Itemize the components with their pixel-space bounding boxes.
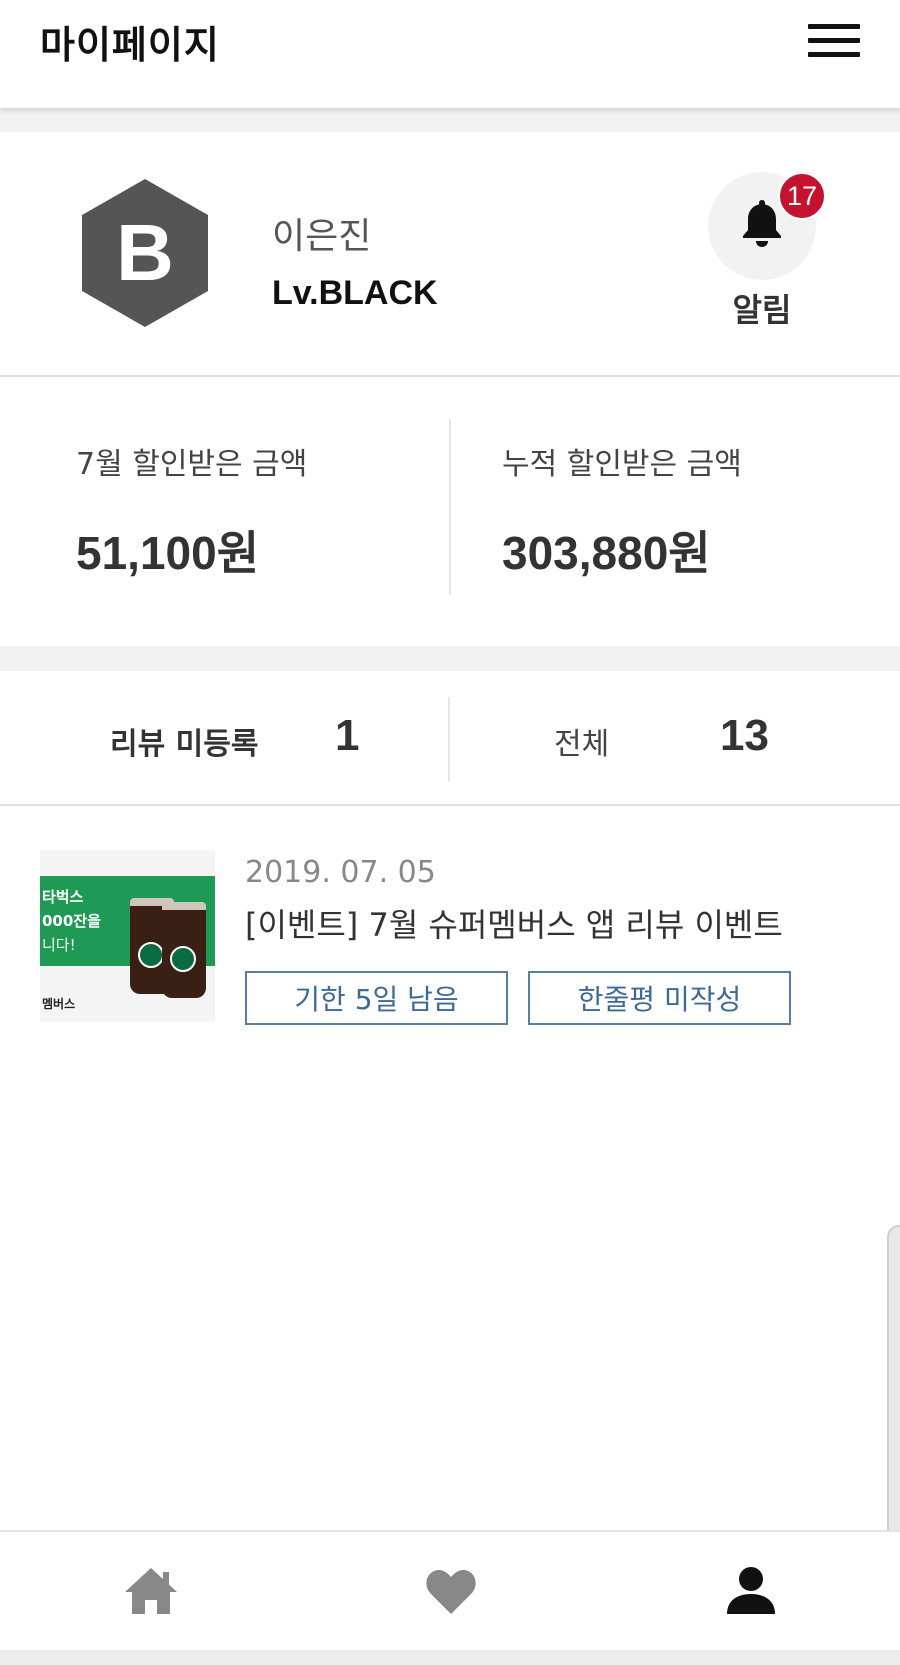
cumulative-discount-value: 303,880원 [502, 527, 711, 579]
monthly-discount: 7월 할인받은 금액 51,100원 [0, 379, 450, 646]
app-header: 마이페이지 [0, 0, 900, 108]
discount-summary: 7월 할인받은 금액 51,100원 누적 할인받은 금액 303,880원 [0, 379, 900, 646]
monthly-discount-label: 7월 할인받은 금액 [76, 447, 308, 482]
event-date: 2019. 07. 05 [245, 855, 436, 890]
grade-letter: B [116, 208, 174, 297]
section-gap [0, 646, 900, 671]
alarm-label: 알림 [732, 291, 792, 329]
cup-logo [138, 942, 164, 968]
review-stats: 리뷰 미등록 1 전체 13 [0, 671, 900, 806]
nav-wishlist[interactable] [300, 1532, 600, 1650]
coffee-cup-image [162, 902, 206, 998]
bottom-nav [0, 1530, 900, 1650]
review-total-label: 전체 [554, 727, 610, 762]
deadline-tag[interactable]: 기한 5일 남음 [245, 971, 508, 1025]
thumbnail-text: 000잔을 [42, 912, 101, 930]
cumulative-discount-label: 누적 할인받은 금액 [502, 447, 742, 482]
event-title: [이벤트] 7월 슈퍼멤버스 앱 리뷰 이벤트 [245, 906, 783, 944]
cumulative-discount: 누적 할인받은 금액 303,880원 [450, 379, 900, 646]
menu-bar [808, 38, 860, 43]
nav-home[interactable] [0, 1532, 300, 1650]
scroll-handle[interactable] [887, 1225, 900, 1570]
grade-badge: B [78, 177, 212, 329]
alarm-button[interactable]: 17 알림 [700, 172, 830, 332]
monthly-discount-value: 51,100원 [76, 527, 260, 579]
thumbnail-text: 타벅스 [42, 888, 84, 906]
home-icon [125, 1568, 177, 1614]
event-thumbnail: 타벅스 000잔을 니다! 멤버스 [40, 850, 215, 1022]
section-gap [0, 108, 900, 132]
list-item[interactable]: 타벅스 000잔을 니다! 멤버스 2019. 07. 05 [이벤트] 7월 … [0, 830, 900, 1030]
review-unregistered-label: 리뷰 미등록 [110, 727, 259, 762]
profile-section: B 이은진 Lv.BLACK 17 알림 [0, 132, 900, 377]
thumbnail-text: 니다! [42, 936, 76, 954]
menu-bar [808, 52, 860, 57]
tab-review-unregistered[interactable]: 리뷰 미등록 1 [0, 671, 450, 806]
hamburger-menu-icon[interactable] [800, 20, 860, 64]
bell-icon [743, 200, 781, 247]
user-level: Lv.BLACK [272, 274, 438, 312]
review-total-count: 13 [720, 711, 769, 760]
person-icon [727, 1567, 775, 1614]
one-line-review-tag[interactable]: 한줄평 미작성 [528, 971, 791, 1025]
notification-count-badge: 17 [778, 172, 826, 220]
thumbnail-footer: 멤버스 [42, 997, 76, 1011]
nav-mypage[interactable] [600, 1532, 900, 1650]
review-unregistered-count: 1 [335, 711, 360, 760]
menu-bar [808, 24, 860, 29]
user-name: 이은진 [272, 216, 372, 257]
heart-icon [426, 1569, 476, 1614]
cup-logo [170, 946, 196, 972]
tab-review-total[interactable]: 전체 13 [450, 671, 900, 806]
system-bar [0, 1650, 900, 1665]
page-title: 마이페이지 [40, 23, 220, 67]
